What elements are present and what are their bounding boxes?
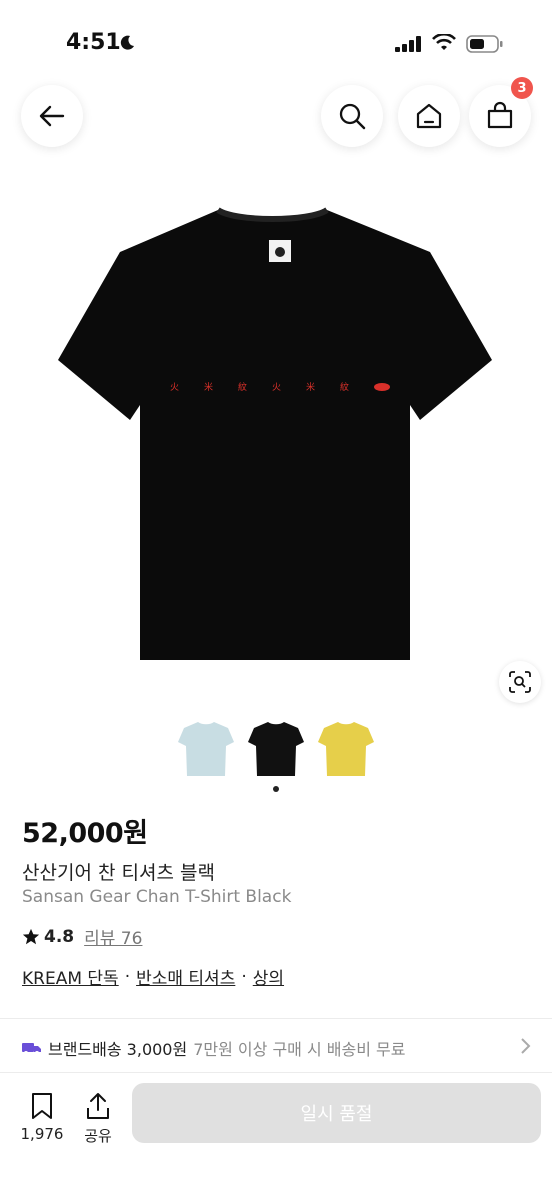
share-icon <box>87 1093 109 1119</box>
category-tags: KREAM 단독 · 반소매 티셔츠 · 상의 <box>22 964 284 990</box>
bookmark-count: 1,976 <box>20 1125 64 1143</box>
review-link[interactable]: 리뷰 76 <box>84 924 142 949</box>
color-thumbnails <box>176 718 376 782</box>
battery-icon <box>466 35 503 53</box>
cart-button[interactable]: 3 <box>469 77 533 147</box>
moon-icon <box>120 35 134 50</box>
product-image[interactable]: 火 米 紋 火 米 紋 <box>50 200 502 670</box>
share-label: 공유 <box>84 1127 112 1145</box>
rating-row: 4.8 리뷰 76 <box>22 924 142 949</box>
sold-out-button[interactable]: 일시 품절 <box>132 1083 541 1143</box>
home-icon <box>416 103 442 129</box>
shipping-label: 브랜드배송 3,000원 <box>48 1040 188 1059</box>
cart-count-badge: 3 <box>511 77 533 99</box>
bottom-action-bar: 1,976 공유 일시 품절 <box>0 1072 552 1200</box>
image-search-button[interactable] <box>499 661 541 703</box>
print-mark: 火 <box>272 382 281 393</box>
bookmark-icon <box>32 1093 52 1119</box>
search-icon <box>339 103 366 130</box>
home-button[interactable] <box>398 85 460 147</box>
divider <box>0 1018 552 1019</box>
wifi-icon <box>432 34 456 50</box>
thumbnail-light-blue[interactable] <box>176 718 236 780</box>
shipping-note: 7만원 이상 구매 시 배송비 무료 <box>193 1040 406 1059</box>
print-mark: 米 <box>306 381 315 393</box>
shipping-info-row[interactable]: 브랜드배송 3,000원 7만원 이상 구매 시 배송비 무료 <box>22 1036 532 1060</box>
tag-separator: · <box>241 966 247 987</box>
print-logo <box>374 383 390 391</box>
star-icon <box>22 928 40 944</box>
thumbnail-yellow[interactable] <box>316 718 376 780</box>
tag-short-sleeve[interactable]: 반소매 티셔츠 <box>136 964 235 989</box>
tag-tops[interactable]: 상의 <box>253 964 284 989</box>
top-nav-actions: 3 <box>321 77 533 147</box>
rating-score: 4.8 <box>44 926 75 947</box>
print-mark: 火 <box>170 382 179 393</box>
thumbnail-black[interactable] <box>246 718 306 780</box>
camera-scan-icon <box>509 671 531 693</box>
shopping-bag-icon <box>487 101 513 129</box>
product-price: 52,000원 <box>22 818 148 849</box>
status-bar: 4:51 <box>0 0 552 90</box>
print-mark: 紋 <box>238 381 247 393</box>
print-mark: 米 <box>204 381 213 393</box>
signal-icon <box>395 36 421 52</box>
truck-icon <box>22 1043 41 1055</box>
status-time: 4:51 <box>66 30 121 55</box>
bookmark-button[interactable]: 1,976 <box>18 1091 66 1143</box>
share-button[interactable]: 공유 <box>78 1091 118 1146</box>
print-mark: 紋 <box>340 381 349 393</box>
search-button[interactable] <box>321 85 383 147</box>
arrow-left-icon <box>39 105 65 127</box>
tag-kream-exclusive[interactable]: KREAM 단독 <box>22 964 119 989</box>
chevron-right-icon <box>521 1038 531 1054</box>
product-title-korean: 산산기어 찬 티셔츠 블랙 <box>22 862 215 884</box>
product-title-english: Sansan Gear Chan T-Shirt Black <box>22 887 292 907</box>
thumbnail-indicator-dot <box>273 786 279 792</box>
back-button[interactable] <box>21 85 83 147</box>
tag-separator: · <box>124 966 131 987</box>
